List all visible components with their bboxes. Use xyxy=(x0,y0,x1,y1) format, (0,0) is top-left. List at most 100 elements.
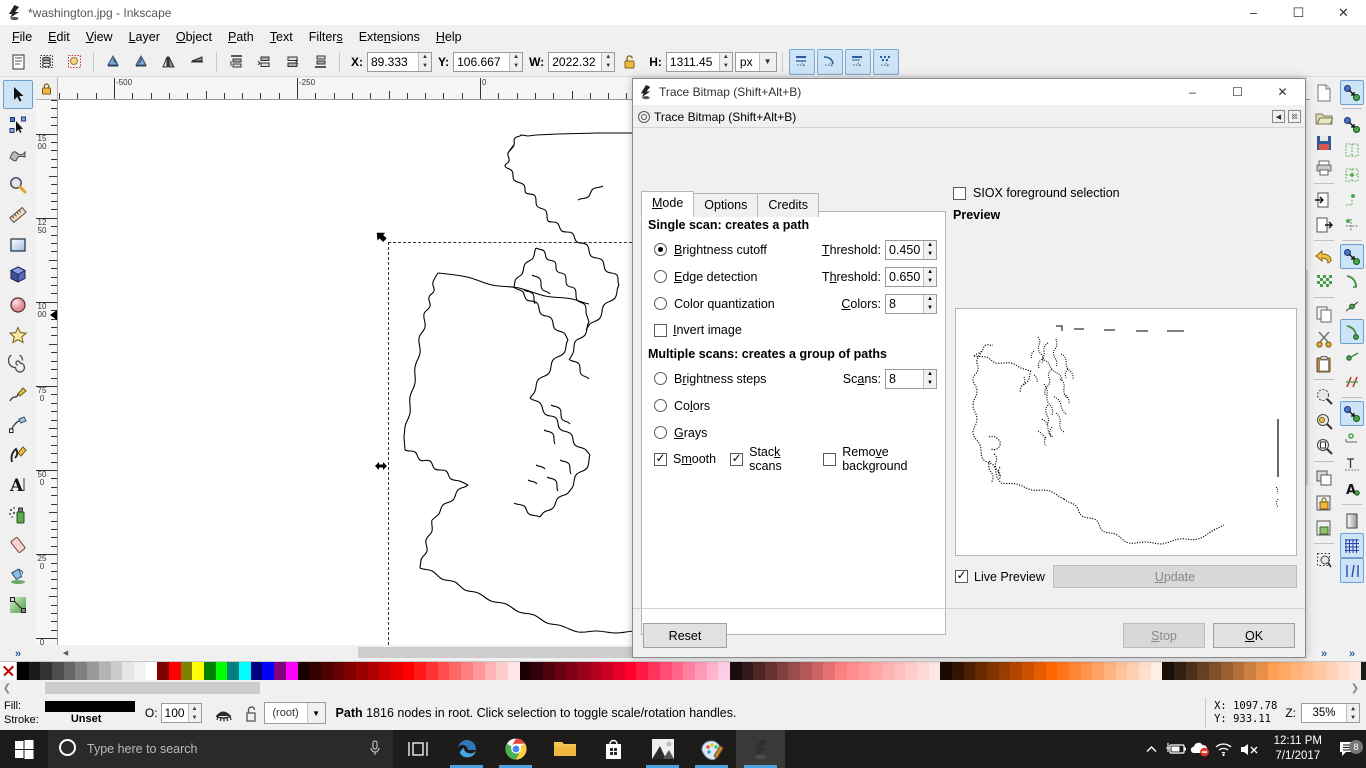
palette-swatch[interactable] xyxy=(239,662,251,680)
flip-vertical-icon[interactable] xyxy=(184,49,210,75)
text-tool[interactable]: A xyxy=(3,470,33,499)
colors-mode-radio[interactable] xyxy=(654,399,667,412)
palette-none-swatch[interactable] xyxy=(0,662,17,680)
menu-file[interactable]: FFileile xyxy=(4,28,40,46)
snap-bbox-corner-icon[interactable] xyxy=(1340,162,1364,187)
snap-page-icon[interactable] xyxy=(1340,508,1364,533)
palette-swatch[interactable] xyxy=(694,662,707,680)
color-palette[interactable]: ◀ xyxy=(0,661,1366,680)
palette-swatch[interactable] xyxy=(122,662,134,680)
affect-patterns-icon[interactable] xyxy=(872,48,899,75)
palette-swatch[interactable] xyxy=(332,662,345,680)
palette-swatch[interactable] xyxy=(1326,662,1338,680)
palette-swatch[interactable] xyxy=(776,662,789,680)
snap-object-center-icon[interactable] xyxy=(1340,401,1364,426)
print-icon[interactable] xyxy=(1312,155,1336,180)
zoom-value[interactable]: 35% xyxy=(1302,704,1346,722)
ellipse-tool[interactable] xyxy=(3,290,33,319)
menu-text[interactable]: Text xyxy=(262,28,301,46)
siox-row[interactable]: SIOX foreground selection xyxy=(953,186,1120,200)
palette-swatch[interactable] xyxy=(729,662,742,680)
h-field[interactable]: ▲▼ xyxy=(665,51,733,72)
lock-aspect-ratio-icon[interactable] xyxy=(616,49,642,75)
snap-bbox-edge-icon[interactable] xyxy=(1340,137,1364,162)
zoom-tool[interactable] xyxy=(3,170,33,199)
scroll-left-icon[interactable]: ◀ xyxy=(58,645,73,660)
undo-icon[interactable] xyxy=(1312,244,1336,269)
colors-stepper[interactable]: ▲ ▼ xyxy=(923,294,936,313)
spray-tool[interactable] xyxy=(3,500,33,529)
scans-stepper[interactable]: ▲ ▼ xyxy=(923,369,936,388)
palette-swatch[interactable] xyxy=(1045,662,1058,680)
trace-bitmap-dialog[interactable]: Trace Bitmap (Shift+Alt+B) – ☐ ✕ Trace B… xyxy=(632,78,1306,658)
microsoft-store-icon[interactable] xyxy=(589,730,638,768)
palette-swatch[interactable] xyxy=(683,662,695,680)
lower-icon[interactable] xyxy=(279,49,305,75)
snap-smooth-node-icon[interactable] xyxy=(1340,319,1364,344)
deselect-icon[interactable] xyxy=(61,49,87,75)
dock-left-button[interactable]: ◀ xyxy=(1272,110,1285,123)
selector-tool[interactable] xyxy=(3,80,33,109)
stroke-value[interactable]: Unset xyxy=(71,712,135,726)
x-field[interactable]: ▲▼ xyxy=(367,51,432,72)
palette-swatch[interactable] xyxy=(1150,662,1163,680)
palette-swatch[interactable] xyxy=(741,662,754,680)
palette-swatch[interactable] xyxy=(589,662,602,680)
stack-scans-checkbox[interactable] xyxy=(730,451,744,466)
palette-scroll-thumb[interactable] xyxy=(45,682,260,694)
grays-mode-row[interactable]: Grays xyxy=(642,419,945,446)
menu-path[interactable]: Path xyxy=(220,28,262,46)
star-tool[interactable] xyxy=(3,320,33,349)
colors-value[interactable]: 8 xyxy=(886,295,923,313)
palette-swatch[interactable] xyxy=(1080,662,1093,680)
palette-swatch[interactable] xyxy=(905,662,917,680)
scans-field[interactable]: 8 ▲ ▼ xyxy=(885,368,937,389)
palette-swatch[interactable] xyxy=(17,662,29,680)
rotate-90-cw-icon[interactable] xyxy=(128,49,154,75)
invert-image-checkbox[interactable] xyxy=(654,323,667,337)
palette-swatch[interactable] xyxy=(1349,662,1362,680)
palette-swatch[interactable] xyxy=(180,662,193,680)
snap-overflow-button[interactable]: » xyxy=(1349,648,1355,660)
palette-swatch[interactable] xyxy=(367,662,380,680)
palette-swatch[interactable] xyxy=(145,662,158,680)
opacity-input[interactable] xyxy=(161,704,188,722)
palette-swatch[interactable] xyxy=(215,662,228,680)
palette-swatch[interactable] xyxy=(1115,662,1128,680)
palette-swatch[interactable] xyxy=(858,662,871,680)
palette-swatch[interactable] xyxy=(1139,662,1151,680)
gradient-tool[interactable] xyxy=(3,590,33,619)
palette-swatch[interactable] xyxy=(472,662,485,680)
live-preview-checkbox[interactable] xyxy=(955,568,968,583)
snap-bounding-box-icon[interactable] xyxy=(1340,112,1364,137)
x-input[interactable] xyxy=(368,52,418,71)
palette-swatch[interactable] xyxy=(1022,662,1034,680)
taskbar-search[interactable]: Type here to search xyxy=(48,730,393,768)
palette-swatch[interactable] xyxy=(1314,662,1326,680)
palette-swatch[interactable] xyxy=(765,662,777,680)
palette-swatch[interactable] xyxy=(987,662,999,680)
palette-swatch[interactable] xyxy=(788,662,801,680)
remove-background-checkbox[interactable] xyxy=(823,452,837,466)
palette-swatch[interactable] xyxy=(320,662,333,680)
dock-close-button[interactable]: ☒ xyxy=(1288,110,1301,123)
paint-icon[interactable] xyxy=(687,730,736,768)
palette-swatch[interactable] xyxy=(110,662,123,680)
vertical-ruler[interactable]: 0 250 500 750 1000 1250 1500 xyxy=(36,100,58,645)
select-all-in-all-layers-icon[interactable] xyxy=(33,49,59,75)
palette-swatch[interactable] xyxy=(297,662,310,680)
microphone-icon[interactable] xyxy=(367,739,383,760)
palette-swatch[interactable] xyxy=(601,662,614,680)
palette-swatch[interactable] xyxy=(800,662,812,680)
opacity-field[interactable]: ▲▼ xyxy=(160,703,202,723)
palette-swatch[interactable] xyxy=(1092,662,1104,680)
y-field[interactable]: ▲▼ xyxy=(453,51,524,72)
lower-to-bottom-icon[interactable] xyxy=(307,49,333,75)
tweak-tool[interactable] xyxy=(3,140,33,169)
ok-button[interactable]: OK xyxy=(1213,623,1295,648)
action-center-icon[interactable]: 8 xyxy=(1332,739,1366,758)
palette-swatch[interactable] xyxy=(28,662,41,680)
colors-field[interactable]: 8 ▲ ▼ xyxy=(885,293,937,314)
palette-swatch[interactable] xyxy=(659,662,672,680)
palette-swatch[interactable] xyxy=(940,662,952,680)
